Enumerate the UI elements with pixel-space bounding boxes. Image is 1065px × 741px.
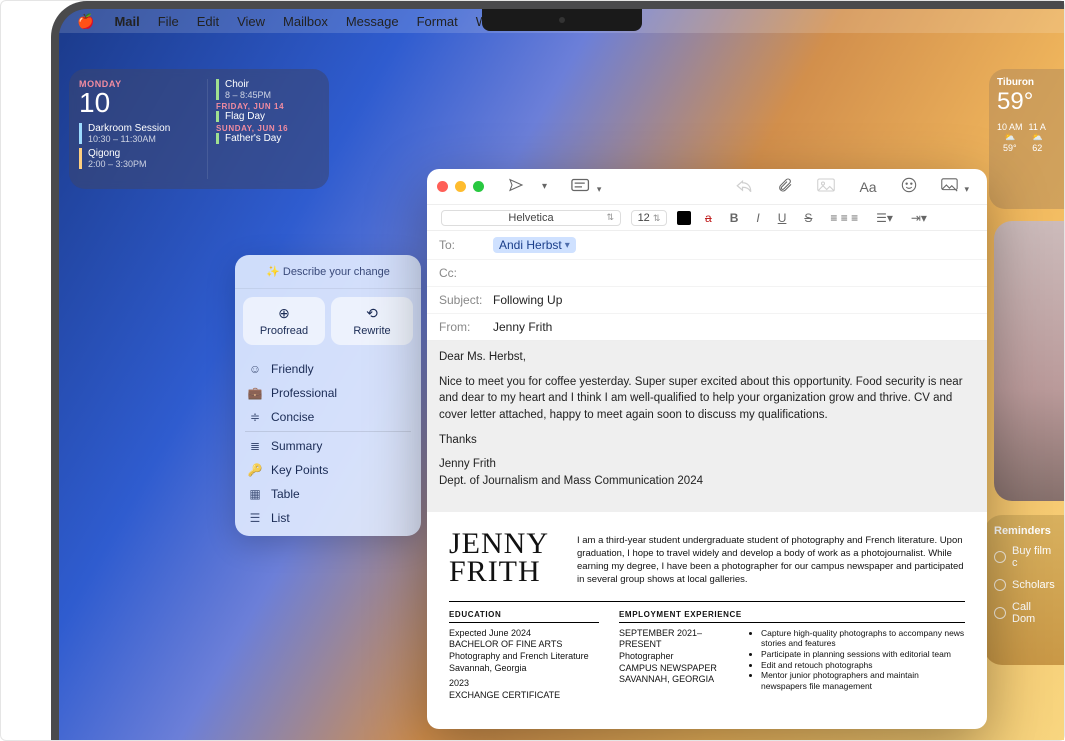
zoom-button[interactable]	[473, 181, 484, 192]
attach-button[interactable]	[769, 173, 801, 200]
menu-file[interactable]: File	[158, 14, 179, 29]
rewrite-button[interactable]: ⟲ Rewrite	[331, 297, 413, 345]
weather-hour: 11 A ⛅ 62	[1029, 122, 1046, 153]
calendar-section-head: FRIDAY, JUN 14	[216, 102, 319, 111]
from-field[interactable]: Jenny Frith	[493, 320, 552, 334]
italic-button[interactable]: I	[752, 211, 763, 225]
align-group[interactable]: ≡ ≡ ≡	[826, 211, 862, 225]
underline-button[interactable]: U	[774, 211, 791, 225]
format-button[interactable]: Aa	[851, 175, 884, 199]
calendar-widget[interactable]: MONDAY 10 Darkroom Session 10:30 – 11:30…	[69, 69, 329, 189]
summary-icon: ≣	[247, 439, 263, 453]
strikethrough-button[interactable]: S	[800, 211, 816, 225]
reminder-item[interactable]: Scholars	[994, 579, 1054, 591]
reminders-title: Reminders	[994, 525, 1054, 537]
keypoints-icon: 🔑	[247, 463, 263, 477]
photo-browser-button[interactable]	[809, 174, 843, 199]
reminders-widget[interactable]: Reminders Buy film c Scholars Call Dom	[984, 515, 1064, 665]
minimize-button[interactable]	[455, 181, 466, 192]
cv-bullets: Capture high-quality photographs to acco…	[749, 628, 965, 692]
weather-location: Tiburon	[997, 77, 1056, 88]
mail-format-bar: Helvetica ⇅ 12 ⇅ a B I U S ≡ ≡ ≡ ☰▾ ⇥▾	[427, 205, 987, 231]
calendar-event: Father's Day	[216, 133, 319, 144]
app-menu[interactable]: Mail	[114, 14, 139, 29]
weather-temp: 59°	[997, 88, 1056, 116]
header-fields-button[interactable]: ▾	[563, 174, 609, 199]
mail-compose-window: ▾ ▾ Aa ▾	[427, 169, 987, 729]
calendar-daynum: 10	[79, 89, 199, 117]
cc-field[interactable]	[493, 266, 975, 280]
table-icon: ▦	[247, 487, 263, 501]
display-notch	[482, 9, 642, 31]
close-button[interactable]	[437, 181, 448, 192]
cv-attachment: JENNY FRITH I am a third-year student un…	[427, 512, 987, 724]
calendar-section-head: SUNDAY, JUN 16	[216, 124, 319, 133]
font-select[interactable]: Helvetica ⇅	[441, 210, 621, 226]
reminder-checkbox[interactable]	[994, 579, 1006, 591]
menu-view[interactable]: View	[237, 14, 265, 29]
list-style-button[interactable]: ☰▾	[872, 211, 897, 225]
from-label: From:	[439, 320, 493, 334]
briefcase-icon: 💼	[247, 386, 263, 400]
reminder-checkbox[interactable]	[994, 607, 1006, 619]
chevron-down-icon[interactable]: ▾	[565, 240, 570, 251]
refresh-icon: ⟲	[335, 305, 409, 322]
strike-button[interactable]: a	[701, 211, 716, 225]
transform-keypoints[interactable]: 🔑Key Points	[235, 458, 421, 482]
describe-change-field[interactable]: ✨ Describe your change	[235, 255, 421, 289]
style-concise[interactable]: ≑Concise	[235, 405, 421, 429]
media-button[interactable]: ▾	[933, 174, 977, 199]
mail-titlebar[interactable]: ▾ ▾ Aa ▾	[427, 169, 987, 205]
calendar-event: Darkroom Session 10:30 – 11:30AM	[79, 123, 199, 144]
subject-label: Subject:	[439, 293, 493, 307]
reminder-checkbox[interactable]	[994, 551, 1006, 563]
calendar-event: Qigong 2:00 – 3:30PM	[79, 148, 199, 169]
weather-widget[interactable]: Tiburon 59° 10 AM ⛅ 59° 11 A ⛅ 62	[989, 69, 1064, 209]
menu-format[interactable]: Format	[417, 14, 458, 29]
subject-field[interactable]: Following Up	[493, 293, 562, 307]
style-friendly[interactable]: ☺Friendly	[235, 357, 421, 381]
menu-edit[interactable]: Edit	[197, 14, 219, 29]
mail-body[interactable]: Dear Ms. Herbst, Nice to meet you for co…	[427, 341, 987, 729]
bold-button[interactable]: B	[726, 211, 743, 225]
transform-table[interactable]: ▦Table	[235, 482, 421, 506]
cv-education-head: EDUCATION	[449, 610, 599, 623]
style-professional[interactable]: 💼Professional	[235, 381, 421, 405]
reply-icon[interactable]	[727, 174, 761, 199]
calendar-event: Choir 8 – 8:45PM	[216, 79, 319, 100]
apple-menu[interactable]: 🍎	[77, 13, 94, 30]
selected-body-text[interactable]: Dear Ms. Herbst, Nice to meet you for co…	[427, 341, 987, 512]
indent-button[interactable]: ⇥▾	[907, 211, 931, 225]
writing-tools-panel: ✨ Describe your change ⊕ Proofread ⟲ Rew…	[235, 255, 421, 536]
to-label: To:	[439, 238, 493, 252]
transform-list[interactable]: ☰List	[235, 506, 421, 530]
photo-widget[interactable]	[994, 221, 1064, 501]
transform-summary[interactable]: ≣Summary	[235, 434, 421, 458]
weather-hour: 10 AM ⛅ 59°	[997, 122, 1023, 153]
concise-icon: ≑	[247, 410, 263, 424]
send-button[interactable]	[500, 173, 532, 200]
calendar-event: Flag Day	[216, 111, 319, 122]
smile-icon: ☺	[247, 362, 263, 376]
reminder-item[interactable]: Buy film c	[994, 545, 1054, 569]
emoji-button[interactable]	[893, 173, 925, 200]
cv-summary: I am a third-year student undergraduate …	[577, 535, 965, 586]
menu-message[interactable]: Message	[346, 14, 399, 29]
reminder-item[interactable]: Call Dom	[994, 601, 1054, 625]
cv-employment-head: EMPLOYMENT EXPERIENCE	[619, 610, 965, 623]
send-options-button[interactable]: ▾	[534, 177, 555, 196]
magnify-icon: ⊕	[247, 305, 321, 322]
mail-headers: To: Andi Herbst▾ Cc: Subject: Following …	[427, 231, 987, 341]
list-icon: ☰	[247, 511, 263, 525]
font-size-select[interactable]: 12 ⇅	[631, 210, 667, 226]
cv-name: JENNY FRITH	[449, 530, 549, 587]
proofread-button[interactable]: ⊕ Proofread	[243, 297, 325, 345]
menu-mailbox[interactable]: Mailbox	[283, 14, 328, 29]
sparkle-icon: ✨	[266, 266, 280, 278]
recipient-pill[interactable]: Andi Herbst▾	[493, 237, 576, 253]
color-swatch[interactable]	[677, 211, 691, 225]
cc-label: Cc:	[439, 266, 493, 280]
